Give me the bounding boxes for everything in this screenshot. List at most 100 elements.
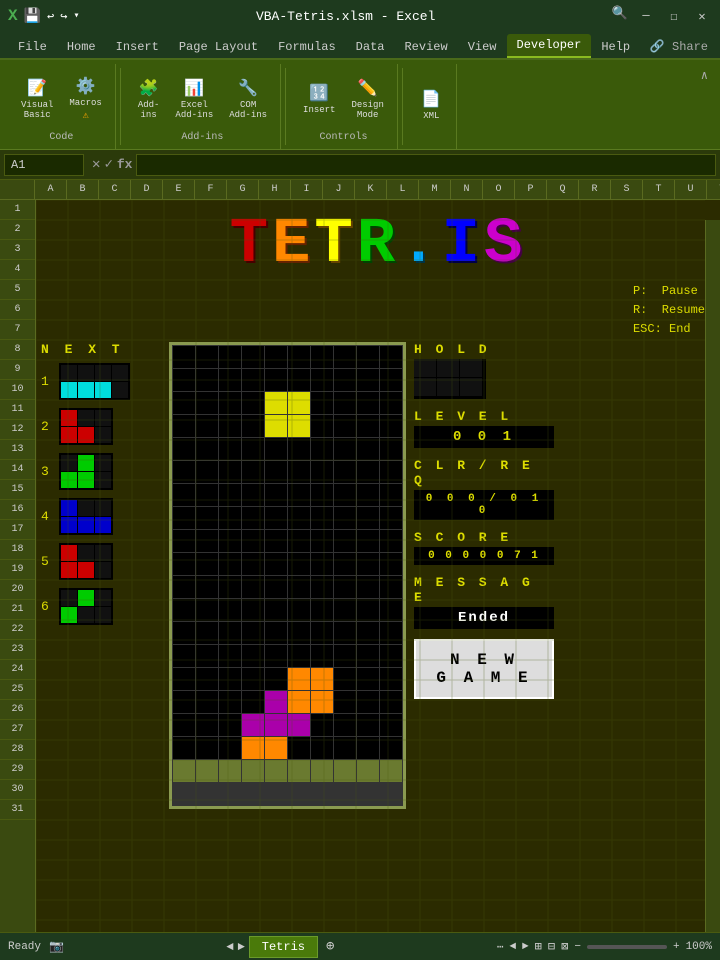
add-sheet-button[interactable]: ⊕ bbox=[326, 938, 334, 955]
cancel-formula-icon[interactable]: ✕ bbox=[92, 156, 100, 173]
status-right: ⋯ ◄ ► ⊞ ⊟ ⊠ − + 100% bbox=[497, 939, 712, 954]
status-bar: Ready 📷 ◄ ► Tetris ⊕ ⋯ ◄ ► ⊞ ⊟ ⊠ − + 100… bbox=[0, 932, 720, 960]
addins-button[interactable]: 🧩 Add-ins bbox=[133, 75, 165, 123]
col-J: J bbox=[323, 180, 355, 199]
sheet-name: Tetris bbox=[262, 940, 305, 954]
row-22: 22 bbox=[0, 620, 35, 640]
tab-developer[interactable]: Developer bbox=[507, 34, 592, 58]
macros-button[interactable]: ⚙️ Macros ⚠ bbox=[64, 73, 106, 125]
excel-window: X 💾 ↩ ↪ ▾ VBA-Tetris.xlsm - Excel 🔍 ─ ☐ … bbox=[0, 0, 720, 960]
col-N: N bbox=[451, 180, 483, 199]
row-7: 7 bbox=[0, 320, 35, 340]
row-26: 26 bbox=[0, 700, 35, 720]
row-14: 14 bbox=[0, 460, 35, 480]
zoom-level: 100% bbox=[686, 941, 712, 953]
col-D: D bbox=[131, 180, 163, 199]
insert-button[interactable]: 🔢 Insert bbox=[298, 80, 340, 118]
ribbon-group-addins: 🧩 Add-ins 📊 ExcelAdd-ins 🔧 COMAdd-ins Ad… bbox=[125, 64, 281, 149]
row-2: 2 bbox=[0, 220, 35, 240]
next-page[interactable]: ► bbox=[522, 941, 529, 953]
row-31: 31 bbox=[0, 800, 35, 820]
col-E: E bbox=[163, 180, 195, 199]
share-button[interactable]: 🔗 Share bbox=[646, 35, 712, 58]
macros-icon: ⚙️ bbox=[76, 76, 96, 96]
tab-data[interactable]: Data bbox=[346, 36, 395, 58]
row-16: 16 bbox=[0, 500, 35, 520]
xml-label: XML bbox=[423, 111, 439, 121]
col-F: F bbox=[195, 180, 227, 199]
row-18: 18 bbox=[0, 540, 35, 560]
corner-cell bbox=[0, 180, 35, 199]
col-K: K bbox=[355, 180, 387, 199]
com-addins-button[interactable]: 🔧 COMAdd-ins bbox=[224, 75, 272, 123]
design-mode-button[interactable]: ✏️ DesignMode bbox=[346, 75, 388, 123]
tab-insert[interactable]: Insert bbox=[106, 36, 169, 58]
col-O: O bbox=[483, 180, 515, 199]
visual-basic-button[interactable]: 📝 VisualBasic bbox=[16, 75, 58, 123]
zoom-out-button[interactable]: − bbox=[574, 941, 581, 953]
row-15: 15 bbox=[0, 480, 35, 500]
confirm-formula-icon[interactable]: ✓ bbox=[104, 156, 112, 173]
design-label: DesignMode bbox=[351, 100, 383, 120]
formula-bar: A1 ✕ ✓ fx bbox=[0, 150, 720, 180]
col-R: R bbox=[579, 180, 611, 199]
xml-group-items: 📄 XML bbox=[416, 68, 446, 141]
col-V: V bbox=[707, 180, 720, 199]
tab-view[interactable]: View bbox=[458, 36, 507, 58]
grid-area: 1 2 3 4 5 6 7 8 9 10 11 12 13 14 15 16 1… bbox=[0, 200, 720, 932]
addins-icon: 🧩 bbox=[139, 78, 159, 98]
row-20: 20 bbox=[0, 580, 35, 600]
tab-help[interactable]: Help bbox=[591, 36, 640, 58]
prev-page[interactable]: ◄ bbox=[509, 941, 516, 953]
warning-icon: ⚠ bbox=[83, 110, 89, 122]
search-icon[interactable]: 🔍 bbox=[612, 6, 628, 26]
row-10: 10 bbox=[0, 380, 35, 400]
excel-icon: X bbox=[8, 7, 18, 25]
row-29: 29 bbox=[0, 760, 35, 780]
normal-view[interactable]: ⊞ bbox=[535, 939, 542, 954]
close-button[interactable]: ✕ bbox=[692, 6, 712, 26]
zoom-in-button[interactable]: + bbox=[673, 941, 680, 953]
page-layout-view[interactable]: ⊟ bbox=[548, 939, 555, 954]
title-bar-center: VBA-Tetris.xlsm - Excel bbox=[80, 9, 612, 24]
formula-icons: ✕ ✓ fx bbox=[88, 156, 136, 173]
zoom-slider[interactable] bbox=[587, 945, 667, 949]
row-1: 1 bbox=[0, 200, 35, 220]
quick-redo[interactable]: ↪ bbox=[60, 9, 67, 24]
row-25: 25 bbox=[0, 680, 35, 700]
addins-label: Add-ins bbox=[138, 100, 160, 120]
row-12: 12 bbox=[0, 420, 35, 440]
prev-sheet-button[interactable]: ◄ bbox=[226, 940, 233, 954]
page-break-view[interactable]: ⊠ bbox=[561, 939, 568, 954]
row-30: 30 bbox=[0, 780, 35, 800]
col-B: B bbox=[67, 180, 99, 199]
sheet-tab-tetris[interactable]: Tetris bbox=[249, 936, 318, 958]
main-grid: T E T R . I S P: Pause R: Resume ESC: bbox=[36, 200, 720, 932]
excel-addins-button[interactable]: 📊 ExcelAdd-ins bbox=[170, 75, 218, 123]
cell-reference[interactable]: A1 bbox=[4, 154, 84, 176]
col-G: G bbox=[227, 180, 259, 199]
quick-save[interactable]: 💾 bbox=[24, 8, 41, 25]
col-U: U bbox=[675, 180, 707, 199]
next-sheet-button[interactable]: ► bbox=[238, 940, 245, 954]
minimize-button[interactable]: ─ bbox=[636, 6, 656, 26]
tab-home[interactable]: Home bbox=[57, 36, 106, 58]
tab-review[interactable]: Review bbox=[394, 36, 457, 58]
window-title: VBA-Tetris.xlsm - Excel bbox=[256, 9, 435, 24]
tab-file[interactable]: File bbox=[8, 36, 57, 58]
addins-group-items: 🧩 Add-ins 📊 ExcelAdd-ins 🔧 COMAdd-ins bbox=[133, 68, 272, 130]
row-24: 24 bbox=[0, 660, 35, 680]
row-19: 19 bbox=[0, 560, 35, 580]
row-6: 6 bbox=[0, 300, 35, 320]
insert-function-icon[interactable]: fx bbox=[117, 157, 133, 172]
ribbon-collapse[interactable]: ∧ bbox=[697, 64, 712, 149]
tab-formulas[interactable]: Formulas bbox=[268, 36, 346, 58]
title-bar-left: X 💾 ↩ ↪ ▾ bbox=[8, 7, 80, 25]
tab-page-layout[interactable]: Page Layout bbox=[169, 36, 268, 58]
quick-undo[interactable]: ↩ bbox=[47, 9, 54, 24]
maximize-button[interactable]: ☐ bbox=[664, 6, 684, 26]
more-icon[interactable]: ⋯ bbox=[497, 940, 504, 954]
formula-input[interactable] bbox=[136, 154, 716, 176]
vertical-scrollbar[interactable] bbox=[705, 220, 720, 932]
xml-button[interactable]: 📄 XML bbox=[416, 86, 446, 124]
